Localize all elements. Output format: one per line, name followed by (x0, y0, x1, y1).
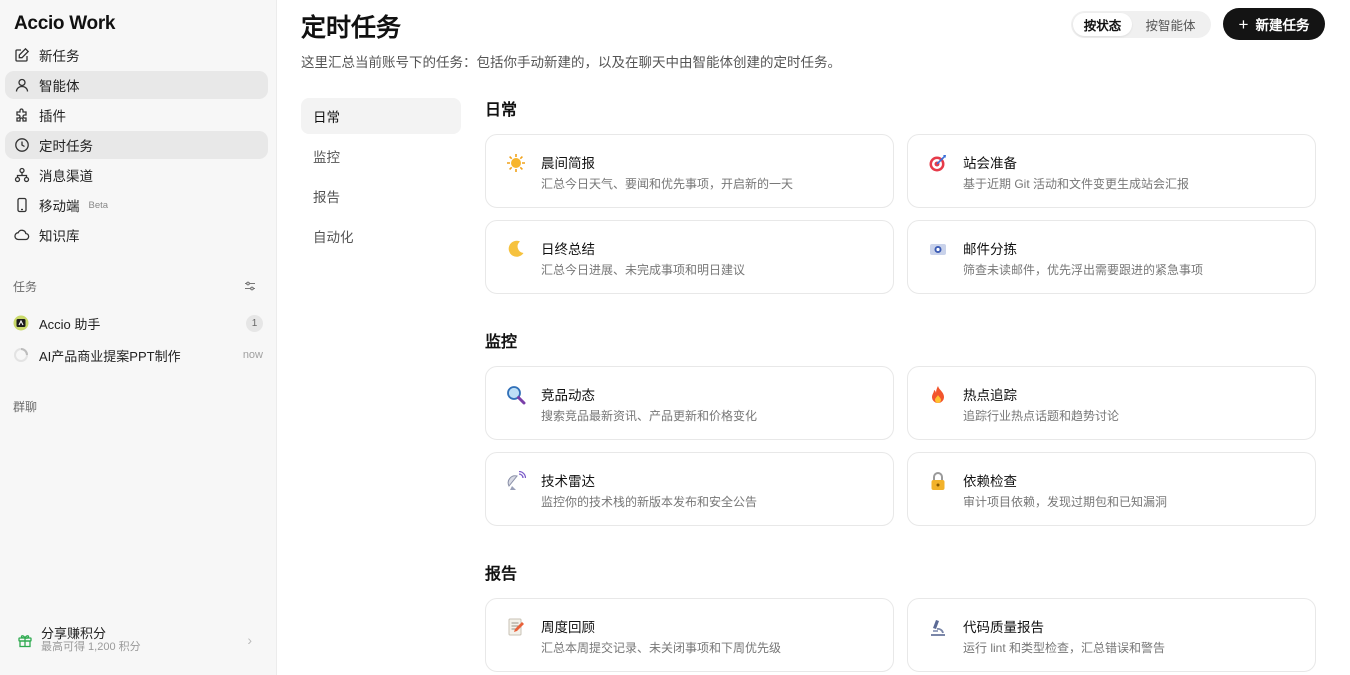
memo-icon (506, 617, 526, 637)
nav-item-label: 移动端 (39, 199, 80, 214)
task-item-label: Accio 助手 (39, 316, 101, 332)
page-description: 这里汇总当前账号下的任务：包括你手动新建的，以及在聊天中由智能体创建的定时任务。 (301, 55, 841, 70)
new-task-button[interactable]: + 新建任务 (1223, 8, 1325, 40)
task-card-trending-topics[interactable]: 热点追踪 追踪行业热点话题和趋势讨论 (907, 366, 1316, 440)
cloud-icon (14, 227, 30, 243)
card-description: 审计项目依赖，发现过期包和已知漏洞 (963, 495, 1168, 509)
puzzle-icon (14, 107, 30, 123)
task-card-competitor-news[interactable]: 竞品动态 搜索竞品最新资讯、产品更新和价格变化 (485, 366, 894, 440)
category-monitoring[interactable]: 监控 (301, 138, 461, 174)
nav-item-label: 智能体 (39, 79, 80, 94)
card-description: 汇总本周提交记录、未关闭事项和下周优先级 (541, 641, 782, 655)
category-reports[interactable]: 报告 (301, 178, 461, 214)
edit-icon (14, 47, 30, 63)
section-title-daily: 日常 (485, 102, 518, 119)
task-card-code-quality[interactable]: 代码质量报告 运行 lint 和类型检查，汇总错误和警告 (907, 598, 1316, 672)
sidebar-nav: 新任务 智能体 插件 定时任务 消息渠道 移动端 Beta 知识库 (5, 41, 268, 251)
nav-item-label: 知识库 (39, 229, 80, 244)
nav-item-label: 消息渠道 (39, 169, 93, 184)
task-card-tech-radar[interactable]: 技术雷达 监控你的技术栈的新版本发布和安全公告 (485, 452, 894, 526)
card-title: 站会准备 (963, 156, 1017, 171)
card-description: 监控你的技术栈的新版本发布和安全公告 (541, 495, 758, 509)
target-icon (928, 153, 948, 173)
card-description: 汇总今日进展、未完成事项和明日建议 (541, 263, 746, 277)
category-nav: 日常 监控 报告 自动化 (301, 98, 461, 258)
beta-badge: Beta (88, 199, 109, 211)
section-title-monitoring: 监控 (485, 334, 518, 351)
card-title: 日终总结 (541, 242, 595, 257)
nav-item-mobile[interactable]: 移动端 Beta (5, 191, 268, 219)
card-title: 晨间简报 (541, 156, 595, 171)
task-card-email-triage[interactable]: 邮件分拣 筛查未读邮件，优先浮出需要跟进的紧急事项 (907, 220, 1316, 294)
card-description: 追踪行业热点话题和趋势讨论 (963, 409, 1120, 423)
new-task-label: 新建任务 (1255, 18, 1310, 33)
task-card-dependency-check[interactable]: 依赖检查 审计项目依赖，发现过期包和已知漏洞 (907, 452, 1316, 526)
card-title: 热点追踪 (963, 388, 1017, 403)
nav-item-label: 插件 (39, 109, 66, 124)
assistant-avatar-icon (13, 315, 29, 331)
filter-icon[interactable] (243, 279, 257, 293)
sun-icon (506, 153, 526, 173)
groups-section-label: 群聊 (13, 400, 38, 414)
channel-icon (14, 167, 30, 183)
user-icon (14, 77, 30, 93)
gift-icon (17, 632, 33, 648)
view-by-agent-button[interactable]: 按智能体 (1132, 13, 1209, 36)
clock-icon (14, 137, 30, 153)
task-card-weekly-review[interactable]: 周度回顾 汇总本周提交记录、未关闭事项和下周优先级 (485, 598, 894, 672)
app-logo[interactable]: Accio Work (14, 13, 115, 35)
loading-spinner-icon (13, 347, 29, 363)
nav-item-scheduled-tasks[interactable]: 定时任务 (5, 131, 268, 159)
category-daily[interactable]: 日常 (301, 98, 461, 134)
phone-icon (14, 197, 30, 213)
card-description: 运行 lint 和类型检查，汇总错误和警告 (963, 641, 1166, 655)
card-description: 搜索竞品最新资讯、产品更新和价格变化 (541, 409, 758, 423)
card-title: 代码质量报告 (963, 620, 1044, 635)
view-by-status-button[interactable]: 按状态 (1073, 13, 1132, 36)
nav-item-plugins[interactable]: 插件 (5, 101, 268, 129)
task-card-end-of-day[interactable]: 日终总结 汇总今日进展、未完成事项和明日建议 (485, 220, 894, 294)
lock-icon (928, 471, 948, 491)
task-item-accio-assistant[interactable]: Accio 助手 1 (13, 312, 263, 334)
tasks-section-label: 任务 (13, 280, 38, 294)
task-card-standup-prep[interactable]: 站会准备 基于近期 Git 活动和文件变更生成站会汇报 (907, 134, 1316, 208)
fire-icon (928, 385, 948, 405)
magnifier-icon (506, 385, 526, 405)
card-description: 筛查未读邮件，优先浮出需要跟进的紧急事项 (963, 263, 1204, 277)
nav-item-new-task[interactable]: 新任务 (5, 41, 268, 69)
task-item-ai-ppt[interactable]: AI产品商业提案PPT制作 now (13, 344, 263, 366)
nav-item-label: 新任务 (39, 49, 80, 64)
nav-item-label: 定时任务 (39, 139, 93, 154)
task-card-morning-brief[interactable]: 晨间简报 汇总今日天气、要闻和优先事项，开启新的一天 (485, 134, 894, 208)
share-subtitle: 最高可得 1,200 积分 (41, 641, 141, 653)
nav-item-agents[interactable]: 智能体 (5, 71, 268, 99)
task-item-label: AI产品商业提案PPT制作 (39, 348, 181, 364)
chevron-right-icon: › (247, 632, 252, 648)
satellite-dish-icon (506, 470, 527, 491)
share-earn-points[interactable]: 分享赚积分 最高可得 1,200 积分 › (12, 623, 262, 657)
card-title: 竞品动态 (541, 388, 595, 403)
page-title: 定时任务 (301, 14, 402, 42)
share-title: 分享赚积分 (41, 626, 107, 641)
card-title: 技术雷达 (541, 474, 595, 489)
moon-icon (506, 239, 526, 259)
nav-item-knowledge-base[interactable]: 知识库 (5, 221, 268, 249)
card-title: 周度回顾 (541, 620, 595, 635)
card-title: 邮件分拣 (963, 242, 1017, 257)
mailbox-icon (928, 239, 948, 259)
category-automation[interactable]: 自动化 (301, 218, 461, 254)
microscope-icon (928, 617, 948, 637)
section-title-reports: 报告 (485, 566, 518, 583)
sidebar: Accio Work 新任务 智能体 插件 定时任务 消息渠道 移动端 Beta (0, 0, 277, 675)
plus-icon: + (1238, 14, 1249, 34)
card-title: 依赖检查 (963, 474, 1017, 489)
nav-item-channels[interactable]: 消息渠道 (5, 161, 268, 189)
task-timestamp: now (242, 349, 263, 361)
task-count-badge: 1 (246, 314, 263, 332)
card-description: 基于近期 Git 活动和文件变更生成站会汇报 (963, 177, 1190, 191)
card-description: 汇总今日天气、要闻和优先事项，开启新的一天 (541, 177, 794, 191)
view-toggle: 按状态 按智能体 (1071, 11, 1211, 38)
